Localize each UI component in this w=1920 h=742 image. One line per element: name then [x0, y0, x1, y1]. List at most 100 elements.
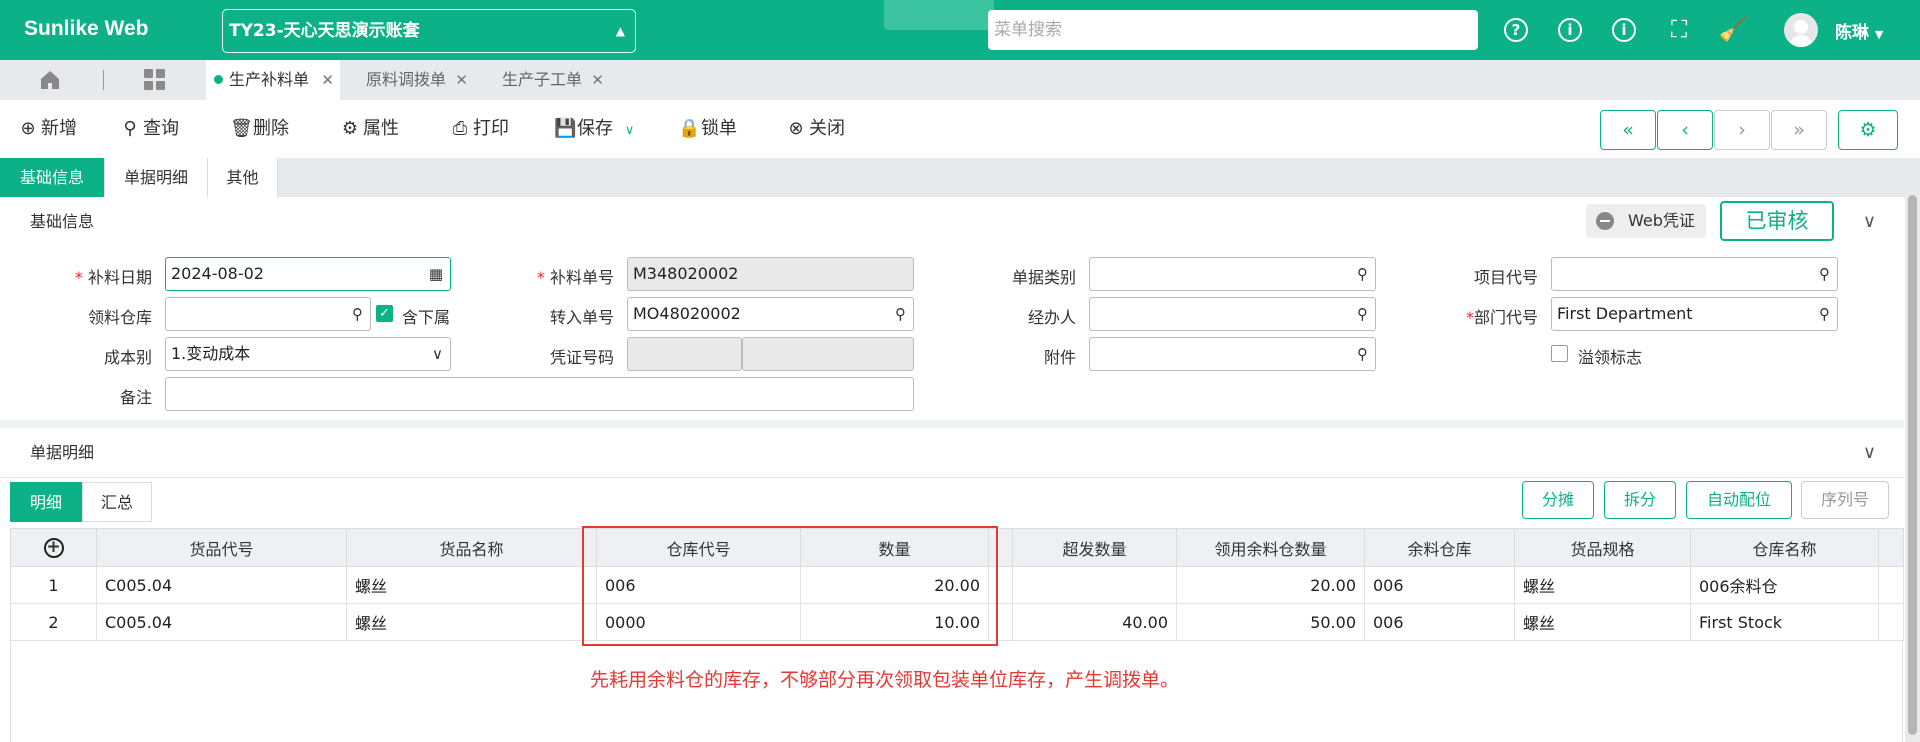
tab-summary[interactable]: 汇总	[82, 482, 152, 522]
include-sub-checkbox[interactable]: ✓	[376, 305, 393, 322]
auto-position-button[interactable]: 自动配位	[1686, 481, 1792, 519]
voucher-field-2[interactable]	[742, 337, 914, 371]
column-header[interactable]: 超发数量	[1012, 528, 1177, 567]
next-record-button[interactable]: ›	[1714, 110, 1770, 150]
web-voucher-label: Web凭证	[1628, 211, 1695, 230]
new-label: 新增	[41, 118, 77, 139]
overflow-label: 溢领标志	[1578, 348, 1643, 367]
printer-icon: ⎙	[452, 118, 468, 139]
print-button[interactable]: ⎙ 打印	[450, 116, 509, 142]
cell-item-code[interactable]: C005.04	[96, 566, 347, 604]
menu-search-input[interactable]: 菜单搜索	[988, 10, 1478, 50]
add-row-button[interactable]: +	[10, 528, 97, 567]
cell-item-name[interactable]: 螺丝	[346, 566, 597, 604]
settings-button[interactable]: ⚙	[1838, 110, 1898, 150]
tab-production-suborder[interactable]: 生产子工单 ✕	[494, 60, 610, 100]
handler-field[interactable]: ⚲	[1089, 297, 1376, 331]
cell-item-name[interactable]: 螺丝	[346, 603, 597, 641]
row-number: 2	[10, 603, 97, 641]
column-header[interactable]: 货品名称	[346, 528, 597, 567]
dept-field[interactable]: First Department ⚲	[1551, 297, 1838, 331]
user-menu[interactable]: 陈琳 ▼	[1835, 18, 1883, 43]
cell-over-quantity[interactable]	[1012, 566, 1177, 604]
page-tab-bar: 生产补料单 ✕ 原料调拨单 ✕ 生产子工单 ✕	[0, 60, 1920, 100]
cell-spec[interactable]: 螺丝	[1514, 603, 1691, 641]
search-icon[interactable]: ⚲	[1819, 258, 1830, 290]
cell-item-code[interactable]: C005.04	[96, 603, 347, 641]
search-icon[interactable]: ⚲	[1357, 298, 1368, 330]
cell-rest-quantity[interactable]: 50.00	[1176, 603, 1365, 641]
web-voucher-button[interactable]: Web凭证	[1586, 204, 1706, 238]
column-header[interactable]: 余料仓库	[1364, 528, 1515, 567]
new-button[interactable]: ⊕ 新增	[18, 116, 77, 142]
apps-grid-icon[interactable]	[144, 69, 165, 90]
project-field[interactable]: ⚲	[1551, 257, 1838, 291]
info-icon[interactable]: i	[1556, 16, 1586, 44]
search-icon[interactable]: ⚲	[1357, 338, 1368, 370]
tab-other[interactable]: 其他	[208, 158, 278, 197]
overflow-checkbox[interactable]	[1551, 345, 1568, 362]
broom-icon[interactable]: 🧹	[1718, 16, 1748, 44]
tab-detail[interactable]: 明细	[10, 482, 82, 522]
tab-production-supplement[interactable]: 生产补料单 ✕	[206, 60, 340, 100]
scrollbar-thumb[interactable]	[1908, 195, 1917, 735]
column-header[interactable]: 货品规格	[1514, 528, 1691, 567]
cell-rest-warehouse[interactable]: 006	[1364, 603, 1515, 641]
doc-type-field[interactable]: ⚲	[1089, 257, 1376, 291]
cell-over-quantity[interactable]: 40.00	[1012, 603, 1177, 641]
column-header[interactable]: 仓库名称	[1690, 528, 1879, 567]
tab-material-transfer[interactable]: 原料调拨单 ✕	[358, 60, 474, 100]
close-tab-icon[interactable]: ✕	[321, 60, 334, 100]
lock-button[interactable]: 🔒锁单	[678, 116, 737, 142]
cell-blank	[1878, 603, 1904, 641]
cost-select[interactable]: 1.变动成本 ∨	[165, 337, 451, 371]
order-no-field[interactable]: M348020002	[627, 257, 914, 291]
column-header[interactable]: 领用余料仓数量	[1176, 528, 1365, 567]
cell-warehouse-name[interactable]: First Stock	[1690, 603, 1879, 641]
cell-rest-warehouse[interactable]: 006	[1364, 566, 1515, 604]
search-icon[interactable]: ⚲	[1819, 298, 1830, 330]
last-record-button[interactable]: »	[1771, 110, 1827, 150]
voucher-field-1[interactable]	[627, 337, 742, 371]
search-icon[interactable]: ⚲	[352, 298, 363, 330]
cell-spec[interactable]: 螺丝	[1514, 566, 1691, 604]
split-button[interactable]: 拆分	[1604, 481, 1676, 519]
prev-record-button[interactable]: ‹	[1657, 110, 1713, 150]
form-tab-bar: 基础信息 单据明细 其他	[0, 158, 1920, 197]
close-button[interactable]: ⊗ 关闭	[786, 116, 845, 142]
about-icon[interactable]: i	[1610, 16, 1640, 44]
attach-field[interactable]: ⚲	[1089, 337, 1376, 371]
chevron-down-icon[interactable]: ∨	[1863, 197, 1876, 247]
serial-number-button[interactable]: 序列号	[1801, 481, 1889, 519]
allocate-button[interactable]: 分摊	[1522, 481, 1594, 519]
home-icon[interactable]	[38, 68, 62, 92]
transfer-label: 转入单号	[549, 308, 614, 327]
save-button[interactable]: 💾保存 ∨	[554, 116, 634, 144]
query-button[interactable]: ⚲ 查询	[120, 116, 179, 142]
account-selector[interactable]: TY23-天心天思演示账套 ▲	[222, 9, 636, 53]
close-tab-icon[interactable]: ✕	[591, 60, 604, 100]
remark-field[interactable]	[165, 377, 914, 411]
vertical-scrollbar[interactable]	[1905, 195, 1920, 742]
cell-rest-quantity[interactable]: 20.00	[1176, 566, 1365, 604]
tab-basic-info[interactable]: 基础信息	[0, 158, 105, 197]
search-icon: ⚲	[123, 118, 137, 139]
first-record-button[interactable]: «	[1600, 110, 1656, 150]
chevron-down-icon[interactable]: ∨	[625, 123, 635, 138]
warehouse-field[interactable]: ⚲	[165, 297, 371, 331]
close-tab-icon[interactable]: ✕	[455, 60, 468, 100]
avatar[interactable]	[1784, 13, 1818, 47]
chevron-down-icon[interactable]: ∨	[1863, 428, 1876, 478]
cell-warehouse-name[interactable]: 006余料仓	[1690, 566, 1879, 604]
transfer-field[interactable]: MO48020002 ⚲	[627, 297, 914, 331]
tab-document-details[interactable]: 单据明细	[105, 158, 208, 197]
date-field[interactable]: 2024-08-02 ▦	[165, 257, 451, 291]
properties-button[interactable]: ⚙ 属性	[340, 116, 399, 142]
column-header[interactable]: 货品代号	[96, 528, 347, 567]
search-icon[interactable]: ⚲	[895, 298, 906, 330]
search-icon[interactable]: ⚲	[1357, 258, 1368, 290]
delete-button[interactable]: 🗑删除	[230, 116, 289, 142]
help-icon[interactable]: ?	[1502, 16, 1532, 44]
calendar-icon[interactable]: ▦	[429, 258, 443, 290]
fullscreen-icon[interactable]: ⛶	[1664, 16, 1694, 44]
